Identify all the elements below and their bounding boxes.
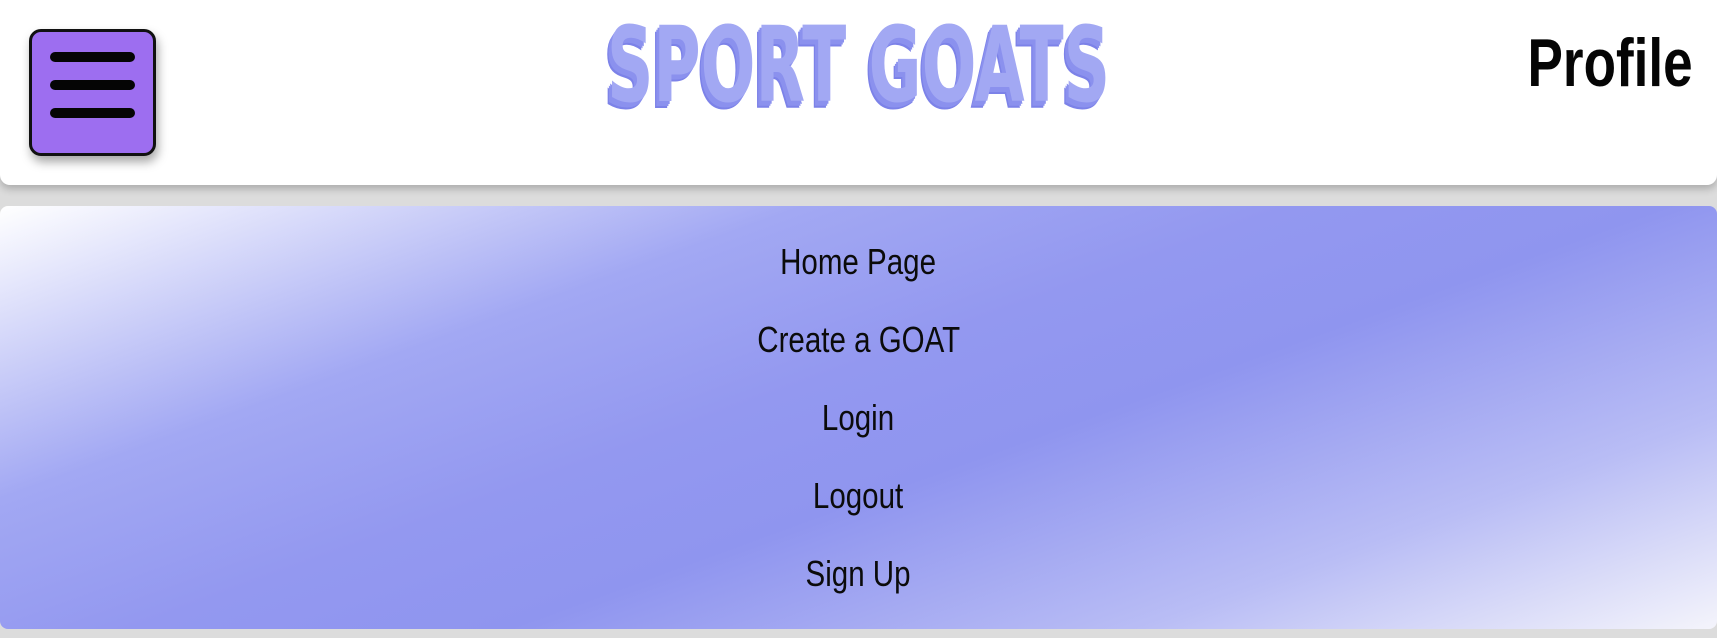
nav-item-label: Create a GOAT	[757, 319, 960, 360]
nav-item-label: Login	[822, 397, 895, 438]
hamburger-menu-icon	[50, 52, 135, 62]
navigation-panel: Home Page Create a GOAT Login Logout Sig…	[0, 206, 1717, 629]
nav-item-home-page[interactable]: Home Page	[0, 226, 1717, 304]
site-title: SPORT GOATS	[606, 4, 1111, 126]
nav-item-sign-up[interactable]: Sign Up	[0, 538, 1717, 616]
nav-item-login[interactable]: Login	[0, 382, 1717, 460]
nav-item-create-goat[interactable]: Create a GOAT	[0, 304, 1717, 382]
hamburger-menu-icon-bar	[50, 80, 135, 90]
profile-link[interactable]: Profile	[1528, 18, 1693, 108]
menu-toggle-button[interactable]	[29, 29, 156, 156]
nav-list: Home Page Create a GOAT Login Logout Sig…	[0, 226, 1717, 616]
nav-item-label: Home Page	[780, 241, 937, 282]
site-header: SPORT GOATS Profile	[0, 0, 1717, 185]
hamburger-menu-icon-bar	[50, 108, 135, 118]
nav-item-logout[interactable]: Logout	[0, 460, 1717, 538]
nav-item-label: Sign Up	[805, 553, 912, 594]
nav-item-label: Logout	[813, 475, 904, 516]
